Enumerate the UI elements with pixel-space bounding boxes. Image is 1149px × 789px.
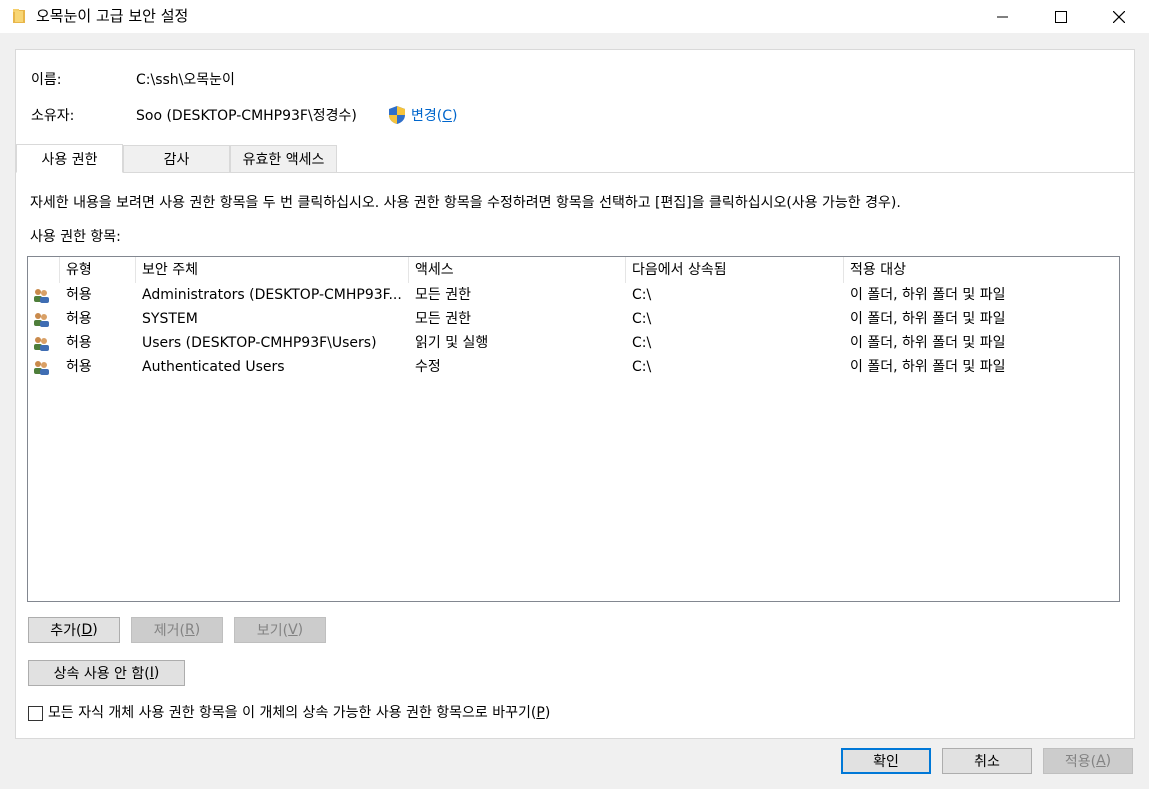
apply-button-label-end: ): [1105, 753, 1112, 769]
table-row[interactable]: 허용 Users (DESKTOP-CMHP93F\Users) 읽기 및 실행…: [28, 331, 1119, 355]
add-button-label: 추가(: [50, 623, 82, 639]
cell-type: 허용: [66, 287, 92, 303]
replace-child-permissions-checkbox[interactable]: [28, 706, 43, 721]
add-button[interactable]: 추가(D): [28, 617, 120, 643]
cell-principal: Administrators (DESKTOP-CMHP93F...: [142, 287, 401, 303]
change-owner-text: 변경(: [411, 108, 443, 124]
owner-label: 소유자:: [31, 108, 75, 124]
apply-button-accesskey: A: [1096, 753, 1106, 769]
tab-effective-access[interactable]: 유효한 액세스: [230, 145, 337, 173]
cell-inherited-from: C:\: [632, 311, 652, 327]
disable-inheritance-button[interactable]: 상속 사용 안 함(I): [28, 660, 185, 686]
minimize-button[interactable]: [974, 0, 1032, 33]
cell-principal: Authenticated Users: [142, 359, 285, 375]
name-label: 이름:: [31, 72, 62, 88]
cell-type: 허용: [66, 359, 92, 375]
tab-permissions[interactable]: 사용 권한: [16, 144, 123, 173]
column-header-type[interactable]: 유형: [60, 257, 136, 283]
cell-applies-to: 이 폴더, 하위 폴더 및 파일: [850, 335, 1006, 351]
cell-principal: SYSTEM: [142, 311, 198, 327]
cell-type: 허용: [66, 335, 92, 351]
change-owner-link[interactable]: 변경(C): [411, 107, 457, 125]
cell-applies-to: 이 폴더, 하위 폴더 및 파일: [850, 359, 1006, 375]
cell-applies-to: 이 폴더, 하위 폴더 및 파일: [850, 287, 1006, 303]
window-title: 오목눈이 고급 보안 설정: [36, 7, 189, 25]
column-header-applies-to[interactable]: 적용 대상: [844, 257, 1119, 283]
replace-child-permissions-text-end: ): [544, 705, 551, 721]
cancel-button[interactable]: 취소: [942, 748, 1032, 774]
remove-button-label: 제거(: [153, 623, 186, 639]
instructions-text: 자세한 내용을 보려면 사용 권한 항목을 두 번 클릭하십시오. 사용 권한 …: [30, 195, 901, 211]
close-button[interactable]: [1090, 0, 1148, 33]
column-header-icon[interactable]: [28, 257, 60, 283]
cell-inherited-from: C:\: [632, 287, 652, 303]
disable-inheritance-label: 상속 사용 안 함(: [53, 666, 150, 682]
replace-child-permissions-text: 모든 자식 개체 사용 권한 항목을 이 개체의 상속 가능한 사용 권한 항목…: [48, 705, 537, 721]
column-header-principal[interactable]: 보안 주체: [136, 257, 409, 283]
close-icon: [1113, 10, 1125, 23]
cell-access: 모든 권한: [415, 287, 471, 303]
cell-access: 모든 권한: [415, 311, 471, 327]
cell-inherited-from: C:\: [632, 359, 652, 375]
remove-button-accesskey: R: [185, 622, 195, 638]
cell-inherited-from: C:\: [632, 335, 652, 351]
table-row[interactable]: 허용 SYSTEM 모든 권한 C:\ 이 폴더, 하위 폴더 및 파일: [28, 307, 1119, 331]
user-group-icon: [34, 289, 49, 303]
view-button-label-end: ): [297, 622, 304, 638]
uac-shield-icon: [389, 106, 405, 124]
cell-access: 읽기 및 실행: [415, 335, 489, 351]
apply-button[interactable]: 적용(A): [1043, 748, 1133, 774]
column-header-access[interactable]: 액세스: [409, 257, 626, 283]
cell-principal: Users (DESKTOP-CMHP93F\Users): [142, 335, 377, 351]
folder-icon: [13, 9, 25, 23]
replace-child-permissions-accesskey: P: [536, 705, 545, 721]
view-button-label: 보기(: [256, 623, 289, 639]
replace-child-permissions-label[interactable]: 모든 자식 개체 사용 권한 항목을 이 개체의 상속 가능한 사용 권한 항목…: [48, 704, 550, 722]
tab-auditing[interactable]: 감사: [123, 145, 230, 173]
permission-entries-list[interactable]: 유형 보안 주체 액세스 다음에서 상속됨 적용 대상 허용 Administr…: [27, 256, 1120, 602]
view-button-accesskey: V: [288, 622, 298, 638]
name-value: C:\ssh\오목눈이: [136, 72, 235, 88]
disable-inheritance-label-end: ): [153, 665, 160, 681]
add-button-label-end: ): [92, 622, 98, 638]
permission-entries-label: 사용 권한 항목:: [30, 229, 121, 245]
user-group-icon: [34, 337, 49, 351]
table-row[interactable]: 허용 Authenticated Users 수정 C:\ 이 폴더, 하위 폴…: [28, 355, 1119, 379]
minimize-icon: [997, 16, 1008, 17]
cell-type: 허용: [66, 311, 92, 327]
maximize-icon: [1055, 10, 1067, 23]
change-owner-accesskey: C: [442, 108, 453, 124]
cell-applies-to: 이 폴더, 하위 폴더 및 파일: [850, 311, 1006, 327]
change-owner-text-end: ): [452, 108, 458, 124]
column-header-inherited-from[interactable]: 다음에서 상속됨: [626, 257, 844, 283]
list-header: 유형 보안 주체 액세스 다음에서 상속됨 적용 대상: [28, 257, 1119, 283]
remove-button-label-end: ): [194, 622, 201, 638]
apply-button-label: 적용(: [1064, 754, 1097, 770]
cell-access: 수정: [415, 359, 441, 375]
table-row[interactable]: 허용 Administrators (DESKTOP-CMHP93F... 모든…: [28, 283, 1119, 307]
maximize-button[interactable]: [1032, 0, 1090, 33]
owner-value: Soo (DESKTOP-CMHP93F\정경수): [136, 108, 357, 124]
user-group-icon: [34, 361, 49, 375]
ok-button[interactable]: 확인: [841, 748, 931, 774]
remove-button[interactable]: 제거(R): [131, 617, 223, 643]
add-button-accesskey: D: [81, 622, 93, 638]
title-bar: 오목눈이 고급 보안 설정: [0, 0, 1149, 33]
view-button[interactable]: 보기(V): [234, 617, 326, 643]
user-group-icon: [34, 313, 49, 327]
